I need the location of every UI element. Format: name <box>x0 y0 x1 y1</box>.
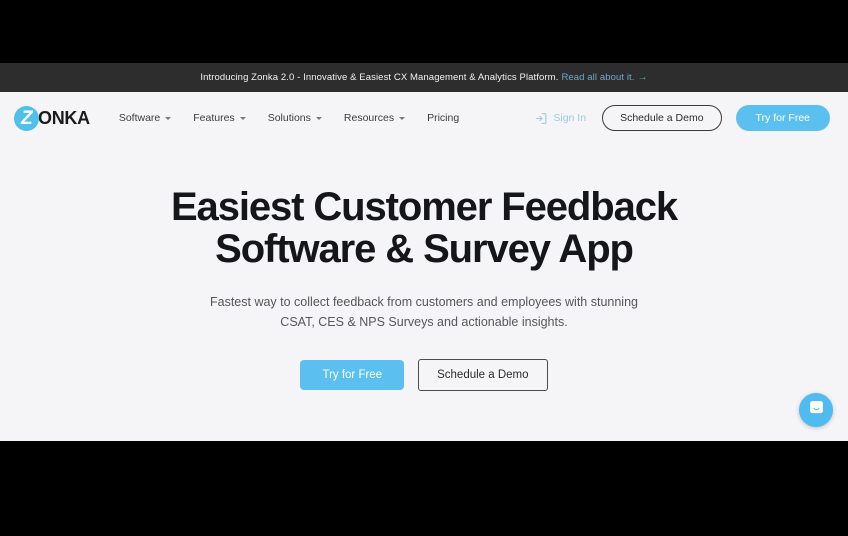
logo-circle-icon: Z <box>14 105 39 131</box>
login-arrow-icon <box>535 112 548 125</box>
chevron-down-icon <box>315 116 322 120</box>
hero-subheading-line-2: CSAT, CES & NPS Surveys and actionable i… <box>280 315 568 330</box>
nav-item-label: Resources <box>343 112 395 124</box>
navbar-schedule-demo-button[interactable]: Schedule a Demo <box>602 105 722 131</box>
arrow-right-icon: → <box>637 72 648 83</box>
sign-in-label: Sign In <box>553 112 587 124</box>
navbar-try-for-free-button[interactable]: Try for Free <box>735 105 830 131</box>
nav-item-label: Pricing <box>427 112 460 124</box>
announcement-link[interactable]: Read all about it. <box>561 72 634 83</box>
hero-cta-group: Try for Free Schedule a Demo <box>0 358 848 391</box>
hero-section: Easiest Customer Feedback Software & Sur… <box>0 144 848 391</box>
navbar-actions: Sign In Schedule a Demo Try for Free <box>535 105 830 131</box>
chevron-down-icon <box>239 116 246 120</box>
hero-schedule-demo-button[interactable]: Schedule a Demo <box>418 358 548 391</box>
nav-item-pricing[interactable]: Pricing <box>416 108 470 128</box>
nav-item-label: Features <box>193 112 235 124</box>
logo-wordmark: ONKA <box>38 108 90 128</box>
nav-item-resources[interactable]: Resources <box>333 108 416 128</box>
nav-item-solutions[interactable]: Solutions <box>257 108 333 128</box>
nav-item-software[interactable]: Software <box>108 108 182 128</box>
sign-in-link[interactable]: Sign In <box>535 112 586 125</box>
announcement-banner: Introducing Zonka 2.0 - Innovative & Eas… <box>0 63 848 92</box>
web-page: Introducing Zonka 2.0 - Innovative & Eas… <box>0 63 848 441</box>
hero-try-for-free-button[interactable]: Try for Free <box>300 359 405 390</box>
logo-letter: Z <box>20 107 33 129</box>
hero-subheading-line-1: Fastest way to collect feedback from cus… <box>210 295 638 309</box>
nav-links: Software Features Solutions Resources Pr… <box>108 108 470 128</box>
chevron-down-icon <box>165 116 172 120</box>
nav-item-features[interactable]: Features <box>182 108 256 128</box>
hero-heading-line-2: Software & Survey App <box>215 227 634 271</box>
chevron-down-icon <box>399 116 406 120</box>
page-title: Easiest Customer Feedback Software & Sur… <box>164 186 684 270</box>
hero-subheading: Fastest way to collect feedback from cus… <box>198 292 650 333</box>
chat-message-icon <box>808 399 825 421</box>
nav-item-label: Solutions <box>267 112 311 124</box>
chat-launcher-button[interactable] <box>799 393 833 427</box>
screenshot-viewport: Introducing Zonka 2.0 - Innovative & Eas… <box>0 0 848 536</box>
hero-heading-line-1: Easiest Customer Feedback <box>170 185 678 229</box>
announcement-text: Introducing Zonka 2.0 - Innovative & Eas… <box>200 72 559 83</box>
nav-item-label: Software <box>118 112 161 124</box>
main-navbar: Z ONKA Software Features Solutions Resou… <box>0 92 848 144</box>
site-logo[interactable]: Z ONKA <box>14 105 90 131</box>
